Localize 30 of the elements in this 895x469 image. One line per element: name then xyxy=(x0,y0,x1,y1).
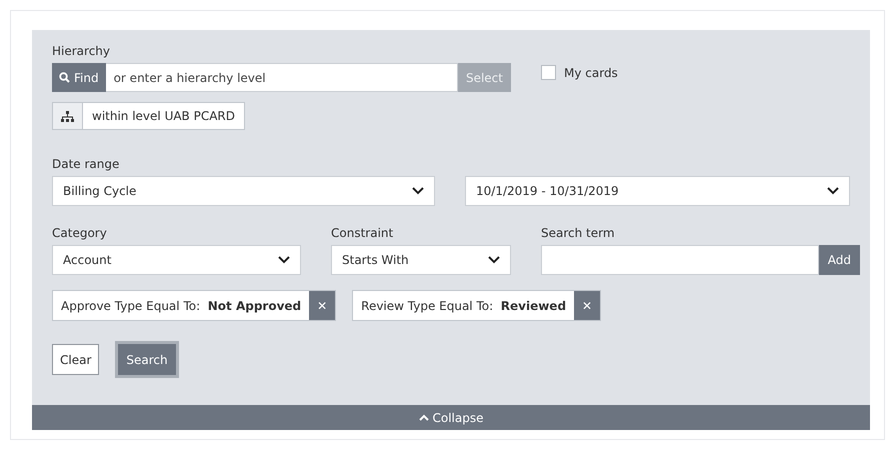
field-label: Hierarchy xyxy=(52,44,112,58)
checkbox[interactable] xyxy=(541,65,556,80)
add-button[interactable]: Add xyxy=(818,245,860,275)
field-label: Date range xyxy=(52,157,120,171)
search-icon xyxy=(59,72,70,83)
category-dropdown[interactable]: Account xyxy=(52,245,301,275)
remove-button[interactable]: ✕ xyxy=(574,291,600,320)
hierarchy-input[interactable]: or enter a hierarchy level xyxy=(106,63,458,92)
collapse-button[interactable]: Collapse xyxy=(32,405,870,430)
hierarchy-level-button[interactable]: within level UAB PCARD xyxy=(52,102,246,130)
hierarchy-icon xyxy=(61,110,74,122)
field-label: Constraint xyxy=(331,226,394,240)
field-label: Category xyxy=(52,226,108,240)
chevron-up-icon xyxy=(418,414,428,421)
clear-button[interactable]: Clear xyxy=(52,344,100,375)
chevron-down-icon xyxy=(827,187,839,195)
checkbox-label: My cards xyxy=(564,66,618,80)
find-button[interactable]: Find xyxy=(52,63,106,92)
chevron-down-icon xyxy=(412,187,424,195)
filter-text: Approve Type Equal To: Not Approved xyxy=(60,298,302,314)
chevron-down-icon xyxy=(488,256,500,264)
field-label: Search term xyxy=(541,226,616,240)
date-type-dropdown[interactable]: Billing Cycle xyxy=(52,176,436,206)
search-term-input[interactable] xyxy=(541,245,819,275)
constraint-dropdown[interactable]: Starts With xyxy=(331,245,511,275)
filter-text: Review Type Equal To: Reviewed xyxy=(360,298,568,314)
search-button[interactable]: Search xyxy=(118,344,176,375)
chevron-down-icon xyxy=(278,256,290,264)
date-range-dropdown[interactable]: 10/1/2019 - 10/31/2019 xyxy=(465,176,850,206)
remove-button[interactable]: ✕ xyxy=(309,291,336,320)
